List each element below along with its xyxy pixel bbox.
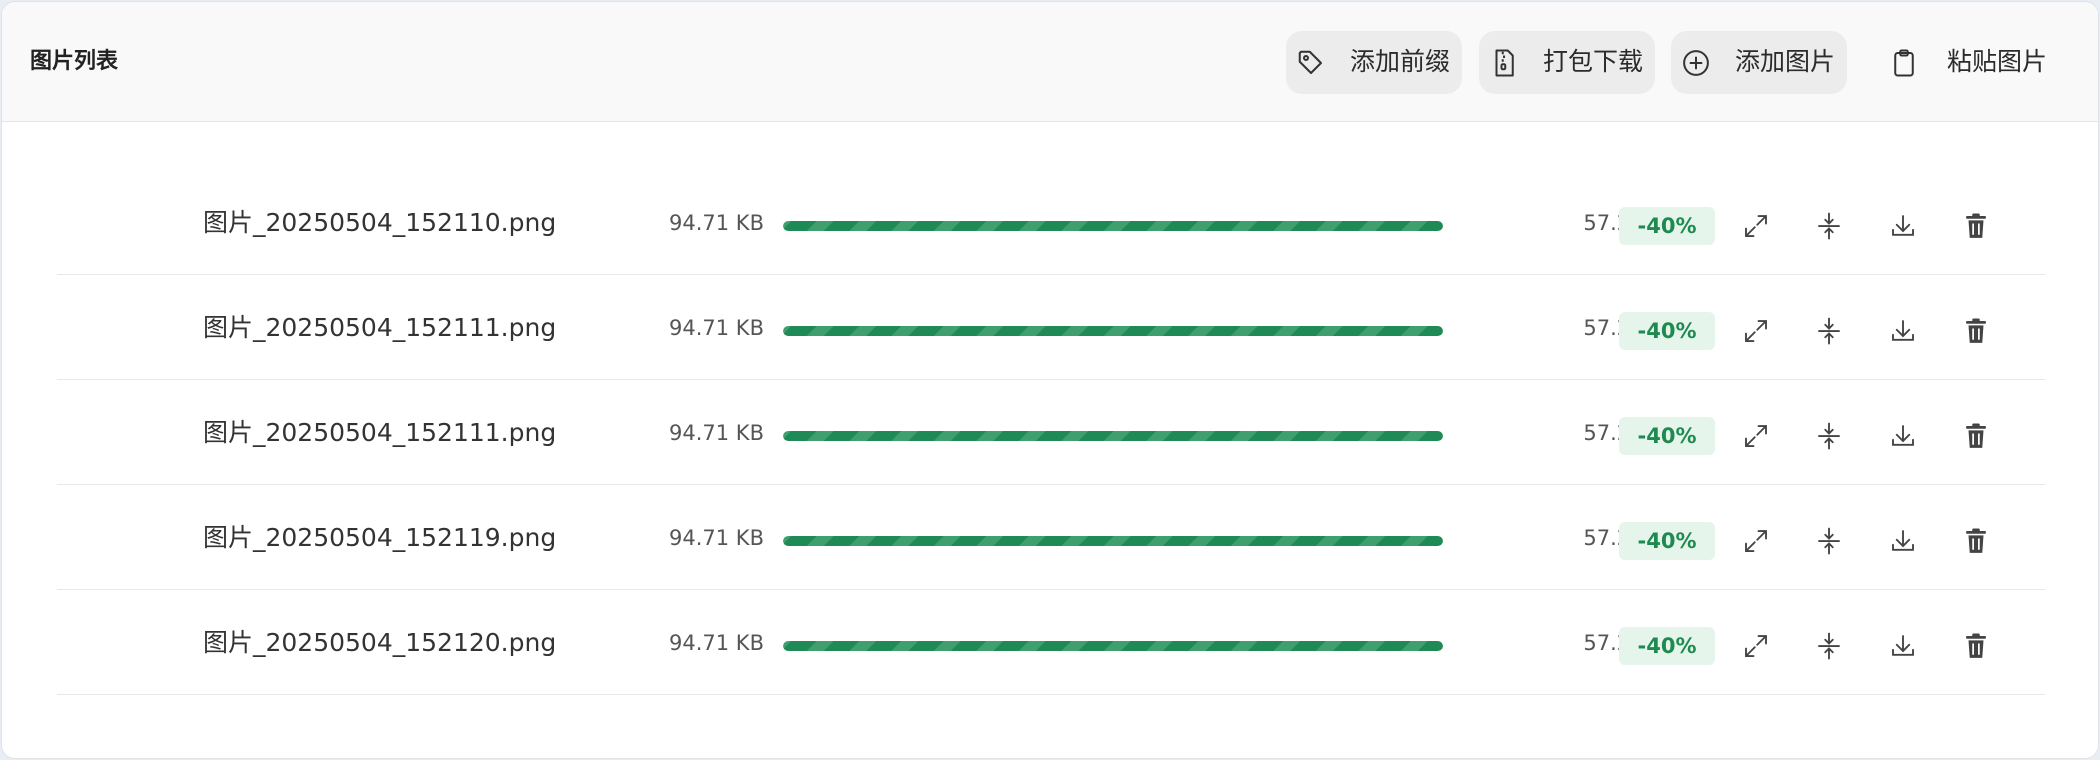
- add-prefix-label: 添加前缀: [1350, 47, 1451, 76]
- preview-button[interactable]: [1739, 524, 1773, 558]
- delete-button[interactable]: [1959, 629, 1993, 663]
- page-title: 图片列表: [30, 49, 119, 74]
- image-list-panel: 图片列表 添加前缀 打包下载 添加图片 粘贴图片 图片_20250504_152…: [1, 1, 2099, 759]
- file-name: 图片_20250504_152120.png: [203, 628, 557, 657]
- add-image-label: 添加图片: [1735, 47, 1836, 76]
- progress-fill: [783, 221, 1443, 231]
- preview-button[interactable]: [1739, 629, 1773, 663]
- compression-progress-bar: [783, 431, 1443, 441]
- file-name: 图片_20250504_152111.png: [203, 313, 557, 342]
- compare-button[interactable]: [1812, 629, 1846, 663]
- trash-icon: [1966, 213, 1986, 238]
- compression-progress-bar: [783, 221, 1443, 231]
- trash-icon: [1966, 633, 1986, 658]
- add-image-button[interactable]: 添加图片: [1671, 31, 1847, 94]
- expand-icon: [1745, 320, 1767, 342]
- file-name: 图片_20250504_152111.png: [203, 418, 557, 447]
- file-list: 图片_20250504_152110.png 94.71 KB 57.2 KB …: [57, 170, 2045, 695]
- original-size: 94.71 KB: [669, 421, 764, 445]
- expand-icon: [1745, 425, 1767, 447]
- preview-button[interactable]: [1739, 209, 1773, 243]
- compare-button[interactable]: [1812, 524, 1846, 558]
- reduction-badge: -40%: [1619, 207, 1715, 245]
- delete-button[interactable]: [1959, 209, 1993, 243]
- original-size: 94.71 KB: [669, 316, 764, 340]
- original-size: 94.71 KB: [669, 631, 764, 655]
- paste-image-label: 粘贴图片: [1947, 47, 2048, 76]
- trash-icon: [1966, 318, 1986, 343]
- compress-icon: [1818, 632, 1840, 660]
- reduction-badge: -40%: [1619, 627, 1715, 665]
- plus-circle-icon: [1681, 48, 1711, 78]
- compress-icon: [1818, 527, 1840, 555]
- download-button[interactable]: [1886, 524, 1920, 558]
- preview-button[interactable]: [1739, 314, 1773, 348]
- file-row: 图片_20250504_152120.png 94.71 KB 57.2 KB …: [57, 590, 2045, 695]
- expand-icon: [1745, 530, 1767, 552]
- pack-download-label: 打包下载: [1543, 47, 1644, 76]
- compare-button[interactable]: [1812, 314, 1846, 348]
- delete-button[interactable]: [1959, 524, 1993, 558]
- delete-button[interactable]: [1959, 314, 1993, 348]
- download-icon: [1892, 425, 1914, 446]
- zip-file-icon: [1489, 48, 1519, 78]
- progress-fill: [783, 536, 1443, 546]
- expand-icon: [1745, 635, 1767, 657]
- compress-icon: [1818, 422, 1840, 450]
- download-icon: [1892, 215, 1914, 236]
- compression-progress-bar: [783, 326, 1443, 336]
- pack-download-button[interactable]: 打包下载: [1479, 31, 1655, 94]
- compression-progress-bar: [783, 536, 1443, 546]
- trash-icon: [1966, 528, 1986, 553]
- original-size: 94.71 KB: [669, 211, 764, 235]
- file-row: 图片_20250504_152119.png 94.71 KB 57.2 KB …: [57, 485, 2045, 590]
- compare-button[interactable]: [1812, 419, 1846, 453]
- download-button[interactable]: [1886, 209, 1920, 243]
- download-button[interactable]: [1886, 419, 1920, 453]
- reduction-badge: -40%: [1619, 312, 1715, 350]
- clipboard-icon: [1889, 48, 1919, 78]
- download-icon: [1892, 635, 1914, 656]
- add-prefix-button[interactable]: 添加前缀: [1286, 31, 1462, 94]
- compression-progress-bar: [783, 641, 1443, 651]
- file-row: 图片_20250504_152111.png 94.71 KB 57.2 KB …: [57, 275, 2045, 380]
- expand-icon: [1745, 215, 1767, 237]
- compare-button[interactable]: [1812, 209, 1846, 243]
- trash-icon: [1966, 423, 1986, 448]
- compress-icon: [1818, 212, 1840, 240]
- file-name: 图片_20250504_152110.png: [203, 208, 557, 237]
- tag-icon: [1296, 48, 1326, 78]
- original-size: 94.71 KB: [669, 526, 764, 550]
- reduction-badge: -40%: [1619, 522, 1715, 560]
- preview-button[interactable]: [1739, 419, 1773, 453]
- download-button[interactable]: [1886, 629, 1920, 663]
- compress-icon: [1818, 317, 1840, 345]
- reduction-badge: -40%: [1619, 417, 1715, 455]
- toolbar-header: 图片列表 添加前缀 打包下载 添加图片 粘贴图片: [2, 2, 2098, 122]
- progress-fill: [783, 641, 1443, 651]
- file-row: 图片_20250504_152111.png 94.71 KB 57.2 KB …: [57, 380, 2045, 485]
- progress-fill: [783, 326, 1443, 336]
- file-name: 图片_20250504_152119.png: [203, 523, 557, 552]
- download-icon: [1892, 320, 1914, 341]
- paste-image-button[interactable]: 粘贴图片: [1875, 31, 2051, 94]
- download-button[interactable]: [1886, 314, 1920, 348]
- progress-fill: [783, 431, 1443, 441]
- download-icon: [1892, 530, 1914, 551]
- delete-button[interactable]: [1959, 419, 1993, 453]
- file-row: 图片_20250504_152110.png 94.71 KB 57.2 KB …: [57, 170, 2045, 275]
